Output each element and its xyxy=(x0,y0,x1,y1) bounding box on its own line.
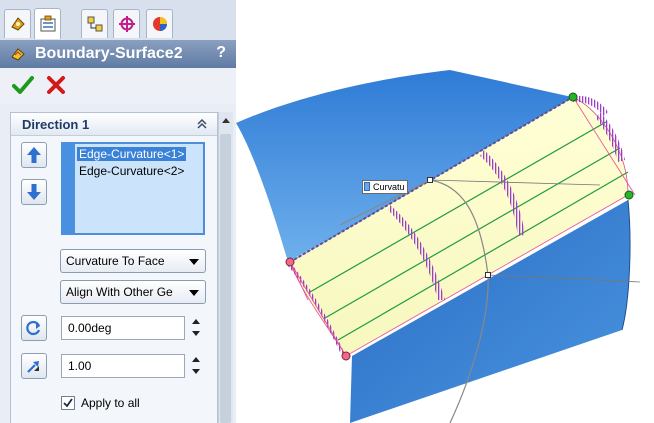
spin-up-icon[interactable] xyxy=(192,357,200,362)
boundary-surface-icon xyxy=(11,48,25,61)
reverse-direction-button[interactable] xyxy=(21,315,47,341)
tab-property-manager[interactable] xyxy=(34,8,61,39)
curves-listbox[interactable]: Edge-Curvature<1> Edge-Curvature<2> xyxy=(61,142,205,235)
curvature-callout[interactable]: Curvatu xyxy=(362,180,408,194)
draft-angle-value: 0.00deg xyxy=(68,321,112,335)
handle-point[interactable] xyxy=(427,177,433,183)
action-bar xyxy=(0,68,236,104)
arrow-up-icon xyxy=(27,147,41,163)
selection-color-strip xyxy=(61,142,75,235)
feature-tree-icon xyxy=(10,17,25,31)
dropdown-arrow-icon xyxy=(189,290,199,296)
collapse-chevrons-icon[interactable] xyxy=(194,116,210,132)
tangent-type-dropdown[interactable]: Curvature To Face xyxy=(60,249,206,273)
draft-angle-spinner[interactable] xyxy=(191,316,203,340)
handle-point[interactable] xyxy=(341,351,351,361)
handle-point[interactable] xyxy=(485,272,491,278)
checkmark-icon xyxy=(63,398,73,408)
feature-title-bar: Boundary-Surface2 ? xyxy=(0,40,236,68)
tangent-influence-icon xyxy=(27,361,39,373)
property-manager-icon xyxy=(40,15,55,32)
ok-checkmark-icon[interactable] xyxy=(12,75,34,95)
alignment-value: Align With Other Ge xyxy=(66,285,173,299)
callout-label: Curvatu xyxy=(373,182,405,192)
move-up-button[interactable] xyxy=(21,142,47,168)
feature-title: Boundary-Surface2 xyxy=(35,45,183,62)
tangent-influence-input[interactable]: 1.00 xyxy=(61,354,185,378)
tangent-type-value: Curvature To Face xyxy=(66,254,165,268)
move-down-button[interactable] xyxy=(21,179,47,205)
tab-display-manager[interactable] xyxy=(146,9,173,38)
spin-down-icon[interactable] xyxy=(192,331,200,336)
tab-dimxpert-manager[interactable] xyxy=(113,9,140,38)
tangent-influence-button[interactable] xyxy=(21,353,47,379)
scroll-thumb[interactable] xyxy=(220,134,231,423)
tab-feature-manager[interactable] xyxy=(4,9,31,38)
handle-point[interactable] xyxy=(285,257,295,267)
spin-up-icon[interactable] xyxy=(192,319,200,324)
checkbox-box[interactable] xyxy=(61,396,75,410)
property-manager-panel: Boundary-Surface2 ? Direction 1 Edge-Cur… xyxy=(0,0,236,423)
tangent-influence-value: 1.00 xyxy=(68,359,92,373)
spin-down-icon[interactable] xyxy=(192,369,200,374)
callout-color-swatch xyxy=(364,182,370,191)
tab-configuration-manager[interactable] xyxy=(81,9,108,38)
alignment-dropdown[interactable]: Align With Other Ge xyxy=(60,280,206,304)
rotate-arrows-icon xyxy=(26,320,41,336)
dimxpert-manager-icon xyxy=(118,16,135,32)
help-button[interactable]: ? xyxy=(216,44,226,62)
scroll-up-icon[interactable] xyxy=(222,118,230,123)
direction1-title: Direction 1 xyxy=(22,117,90,132)
apply-to-all-label: Apply to all xyxy=(81,396,140,410)
manager-tabs xyxy=(0,0,236,41)
display-manager-icon xyxy=(152,17,167,31)
cancel-x-icon[interactable] xyxy=(46,75,66,95)
draft-angle-input[interactable]: 0.00deg xyxy=(61,316,185,340)
direction1-group: Direction 1 Edge-Curvature<1> Edge-Curva… xyxy=(10,112,218,423)
configuration-manager-icon xyxy=(87,16,102,32)
tangent-influence-spinner[interactable] xyxy=(191,354,203,378)
panel-scrollbar[interactable] xyxy=(218,112,233,423)
list-item[interactable]: Edge-Curvature<2> xyxy=(79,164,184,178)
arrow-down-icon xyxy=(27,184,41,200)
dropdown-arrow-icon xyxy=(189,259,199,265)
handle-point[interactable] xyxy=(568,92,578,102)
list-item[interactable]: Edge-Curvature<1> xyxy=(77,147,187,161)
handle-point[interactable] xyxy=(624,190,634,200)
direction1-header[interactable]: Direction 1 xyxy=(11,113,217,136)
graphics-viewport[interactable] xyxy=(236,0,654,423)
